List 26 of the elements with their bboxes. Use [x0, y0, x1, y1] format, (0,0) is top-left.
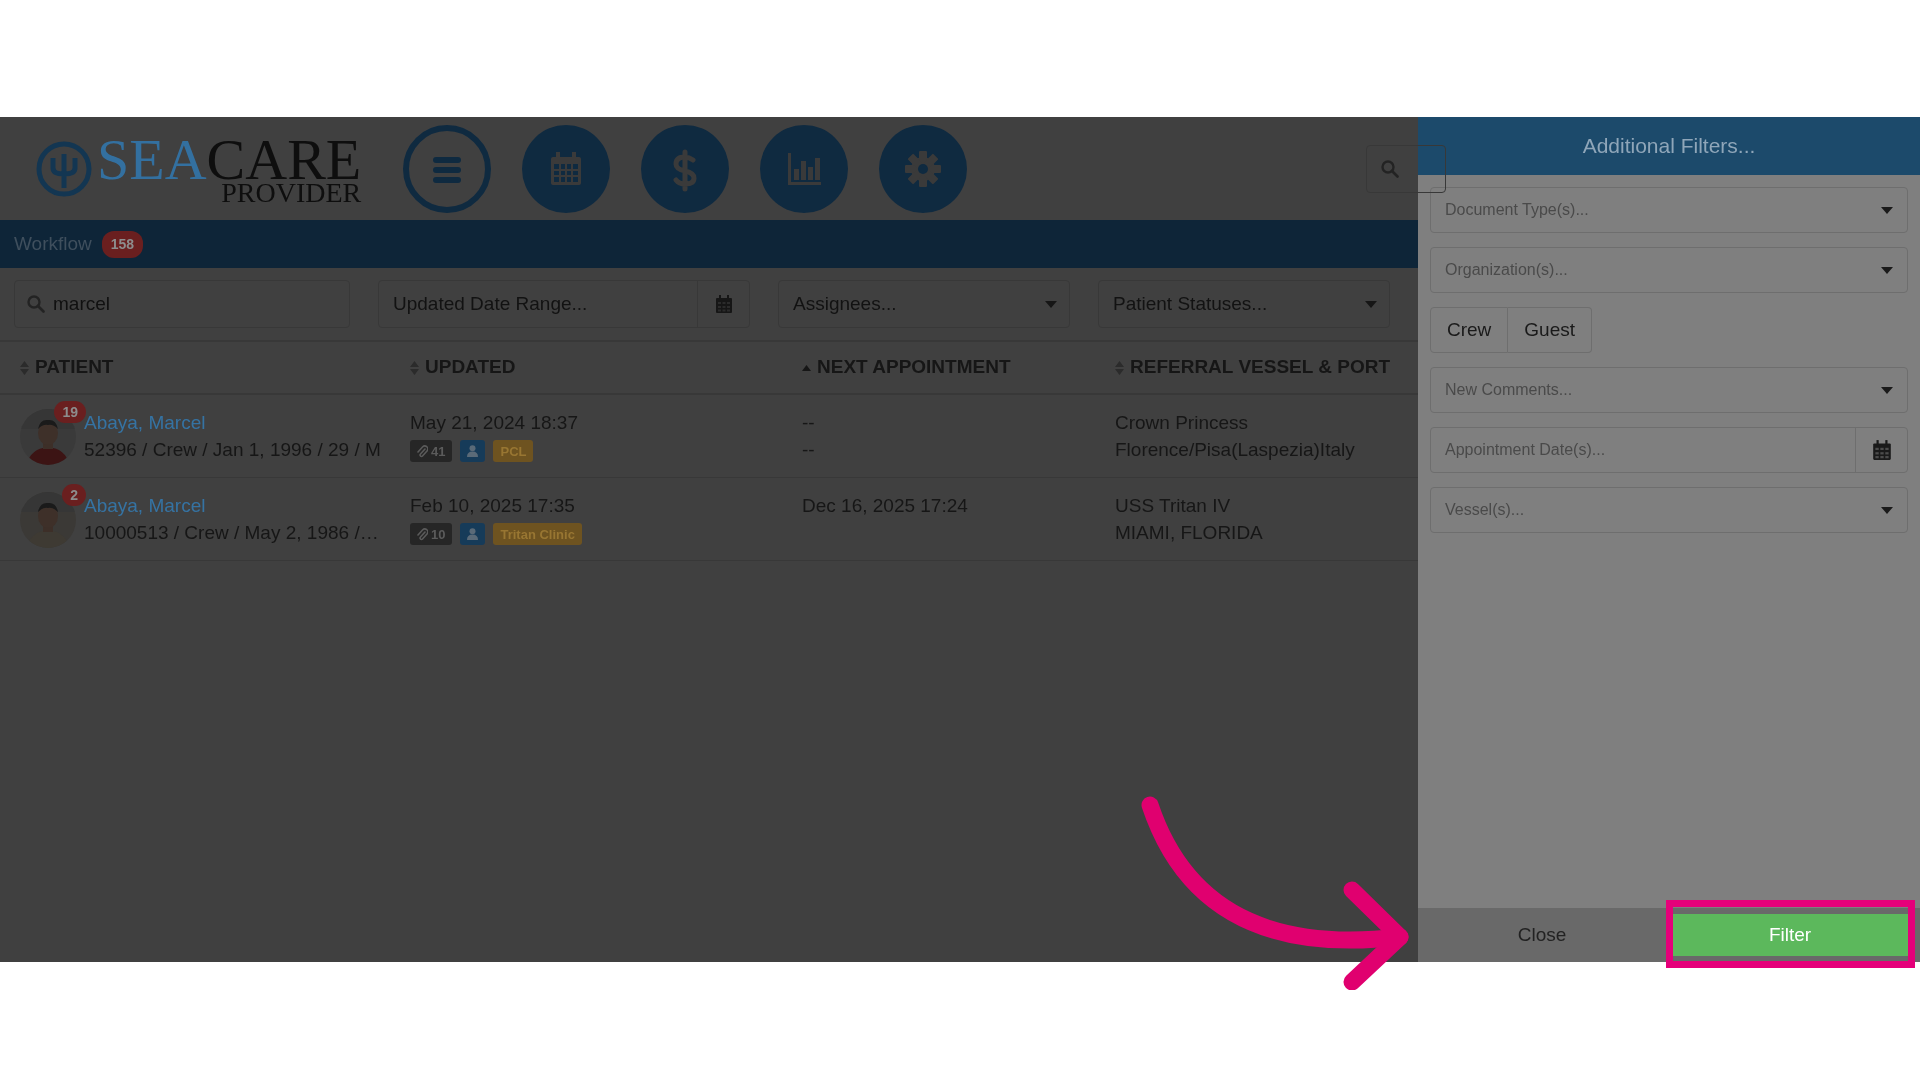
search-icon — [27, 295, 45, 313]
count-badge: 19 — [54, 401, 86, 423]
person-icon — [467, 445, 479, 457]
search-field[interactable] — [1366, 145, 1446, 193]
person-icon — [467, 528, 479, 540]
filter-button[interactable]: Filter — [1672, 914, 1908, 956]
appointment-date: -- — [802, 411, 816, 435]
search-icon — [1381, 160, 1399, 178]
count-badge: 2 — [62, 484, 86, 506]
appointment-date: -- — [802, 438, 816, 462]
paperclip-icon — [417, 444, 428, 458]
panel-title: Additional Filters... — [1418, 117, 1920, 175]
toggle-button[interactable]: Crew — [1430, 307, 1509, 353]
count-badge: 158 — [101, 230, 144, 258]
toggle-button[interactable]: Guest — [1508, 307, 1593, 353]
trident-logo-icon — [35, 139, 93, 198]
caret-icon — [1045, 300, 1057, 308]
caret-icon — [1365, 300, 1377, 308]
caret-icon — [1881, 266, 1893, 274]
paperclip-icon — [417, 527, 428, 541]
patient-name-link[interactable]: Abaya, Marcel — [84, 409, 381, 436]
caret-icon — [1881, 506, 1893, 514]
caret-icon — [1881, 386, 1893, 394]
patient-name-link[interactable]: Abaya, Marcel — [84, 492, 379, 519]
caret-icon — [1881, 206, 1893, 214]
nav-button[interactable] — [403, 124, 492, 213]
